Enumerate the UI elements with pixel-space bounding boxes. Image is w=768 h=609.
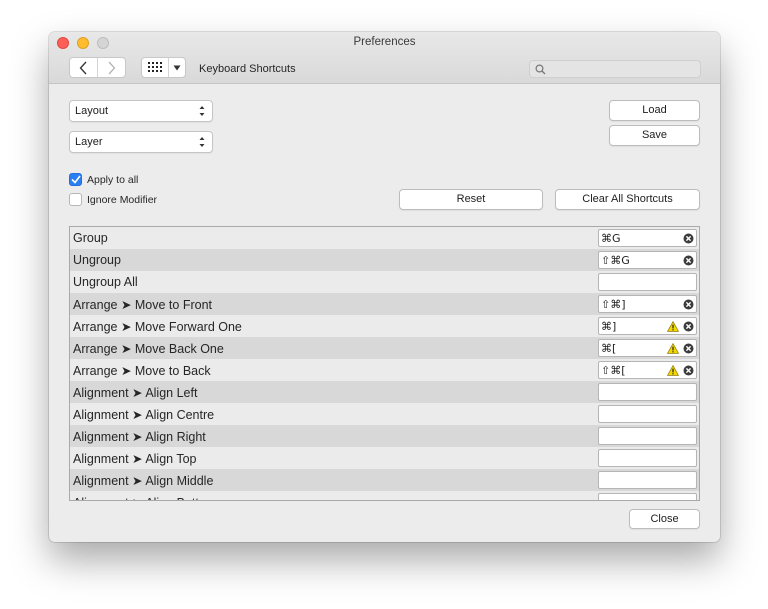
shortcut-field[interactable] [598,493,697,500]
shortcut-name: Arrange ➤ Move Forward One [73,320,242,334]
toolbar-section-label: Keyboard Shortcuts [199,63,296,75]
forward-button[interactable] [97,58,125,77]
show-all-control [141,57,186,78]
apply-to-all-option[interactable]: Apply to all [69,173,138,186]
shortcut-field[interactable]: ⌘G [598,229,697,247]
table-row[interactable]: Group ⌘G [70,227,699,249]
table-row[interactable]: Ungroup All [70,271,699,293]
shortcut-field[interactable] [598,471,697,489]
updown-arrows-icon [199,137,205,147]
shortcut-field[interactable] [598,273,697,291]
save-button[interactable]: Save [609,125,700,146]
table-row[interactable]: Arrange ➤ Move to Back ⇧⌘[ [70,359,699,381]
reset-button[interactable]: Reset [399,189,543,210]
checkmark-icon [70,175,81,184]
window-title: Preferences [353,36,416,48]
warning-icon [666,364,680,379]
dropdown-triangle-icon [173,65,181,70]
shortcut-name: Alignment ➤ Align Top [73,452,197,466]
close-button[interactable]: Close [629,509,700,529]
table-row[interactable]: Alignment ➤ Align Left [70,381,699,403]
shortcut-name: Alignment ➤ Align Left [73,386,198,400]
shortcut-keys: ⇧⌘] [601,298,626,311]
forward-arrow-icon [108,61,116,74]
search-field[interactable] [529,60,701,78]
category-popup-value: Layout [75,105,109,117]
show-all-button[interactable] [142,58,169,77]
shortcut-field[interactable]: ⇧⌘] [598,295,697,313]
shortcut-keys: ⌘] [601,320,617,333]
shortcut-name: Group [73,231,108,245]
table-row[interactable]: Arrange ➤ Move to Front ⇧⌘] [70,293,699,315]
shortcut-name: Ungroup [73,253,121,267]
updown-arrows-icon [199,106,205,116]
shortcut-field[interactable] [598,449,697,467]
table-row[interactable]: Alignment ➤ Align Middle [70,469,699,491]
shortcut-field[interactable] [598,405,697,423]
table-row[interactable]: Ungroup ⇧⌘G [70,249,699,271]
apply-to-all-label: Apply to all [87,173,139,186]
shortcut-name: Arrange ➤ Move Back One [73,342,224,356]
back-button[interactable] [70,58,97,77]
table-row[interactable]: Arrange ➤ Move Back One ⌘[ [70,337,699,359]
ignore-modifier-checkbox[interactable] [69,193,82,206]
subcategory-popup[interactable]: Layer [69,131,213,153]
load-button[interactable]: Load [609,100,700,121]
warning-icon [666,342,680,357]
preferences-window: Preferences Keyboard Shortcuts Layout La… [49,32,720,542]
shortcut-name: Alignment ➤ Align Centre [73,408,215,422]
clear-icon[interactable] [683,365,694,379]
shortcut-field[interactable] [598,383,697,401]
navigation-buttons [69,57,126,78]
shortcut-field[interactable]: ⌘[ [598,339,697,357]
shortcut-field[interactable] [598,427,697,445]
clear-icon[interactable] [683,255,694,269]
clear-icon[interactable] [683,343,694,357]
ignore-modifier-option[interactable]: Ignore Modifier [69,193,157,206]
table-row[interactable]: Alignment ➤ Align Top [70,447,699,469]
grid-icon [147,62,162,72]
shortcut-field[interactable]: ⇧⌘G [598,251,697,269]
clear-icon[interactable] [683,233,694,247]
shortcut-keys: ⇧⌘G [601,254,630,267]
shortcut-name: Arrange ➤ Move to Front [73,298,213,312]
ignore-modifier-label: Ignore Modifier [87,193,158,206]
category-popup[interactable]: Layout [69,100,213,122]
shortcut-name: Arrange ➤ Move to Back [73,364,211,378]
titlebar: Preferences Keyboard Shortcuts [49,32,720,84]
apply-to-all-checkbox[interactable] [69,173,82,186]
back-arrow-icon [79,61,87,74]
shortcut-keys: ⇧⌘[ [601,364,626,377]
search-icon [535,64,546,75]
table-row[interactable]: Alignment ➤ Align Bottom [70,491,699,500]
clear-icon[interactable] [683,321,694,335]
subcategory-popup-value: Layer [75,136,103,148]
table-row[interactable]: Arrange ➤ Move Forward One ⌘] [70,315,699,337]
shortcut-field[interactable]: ⇧⌘[ [598,361,697,379]
table-row[interactable]: Alignment ➤ Align Centre [70,403,699,425]
clear-icon[interactable] [683,299,694,313]
shortcut-keys: ⌘G [601,232,621,245]
show-all-dropdown[interactable] [169,58,185,77]
warning-icon [666,320,680,335]
shortcut-name: Alignment ➤ Align Bottom [73,495,216,500]
clear-all-shortcuts-button[interactable]: Clear All Shortcuts [555,189,700,210]
shortcut-name: Alignment ➤ Align Right [73,430,206,444]
shortcut-name: Ungroup All [73,275,138,289]
shortcut-field[interactable]: ⌘] [598,317,697,335]
table-row[interactable]: Alignment ➤ Align Right [70,425,699,447]
shortcut-name: Alignment ➤ Align Middle [73,474,214,488]
shortcut-keys: ⌘[ [601,342,617,355]
shortcuts-table[interactable]: Group ⌘G Ungroup ⇧⌘G Ungroup All Arrange ➤ Mo… [69,226,700,501]
